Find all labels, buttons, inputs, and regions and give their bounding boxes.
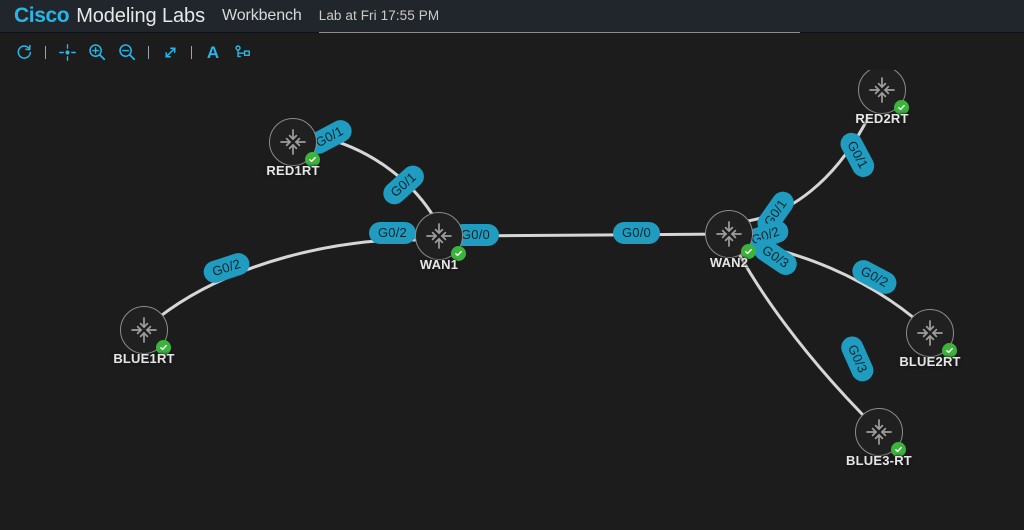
link-wan1-wan2 [461, 232, 731, 238]
text-labels-icon[interactable]: A [198, 38, 228, 66]
canvas-toolbar: A [0, 34, 1024, 70]
node-blue1rt[interactable]: BLUE1RT [113, 306, 174, 366]
node-label: RED1RT [266, 163, 320, 178]
brand-cisco: Cisco [14, 4, 70, 27]
app-header: Cisco Modeling Labs Workbench Lab at Fri… [0, 0, 1024, 33]
link-wan2-blue3rt [736, 250, 864, 416]
node-label: BLUE3-RT [846, 453, 912, 468]
center-icon[interactable] [52, 38, 82, 66]
node-label: BLUE1RT [113, 351, 175, 366]
node-label: WAN2 [709, 255, 749, 270]
interface-label[interactable]: G0/2 [369, 222, 416, 244]
toolbar-divider-2 [142, 38, 155, 66]
zoom-in-icon[interactable] [82, 38, 112, 66]
node-label: BLUE2RT [899, 354, 961, 369]
node-blue3-rt[interactable]: BLUE3-RT [846, 408, 912, 468]
text-labels-letter: A [206, 42, 220, 62]
lab-title-field[interactable]: Lab at Fri 17:55 PM [318, 7, 800, 33]
lab-title-underline [318, 31, 800, 33]
node-red1rt[interactable]: RED1RT [266, 118, 320, 178]
node-wan1[interactable]: WAN1 [415, 212, 466, 272]
brand-product: Modeling Labs [76, 5, 205, 27]
node-label: RED2RT [855, 111, 909, 126]
refresh-icon[interactable] [9, 38, 39, 66]
node-label: WAN1 [419, 257, 459, 272]
interface-label[interactable]: G0/0 [613, 222, 660, 244]
nav-workbench[interactable]: Workbench [222, 7, 302, 25]
lab-title: Lab at Fri 17:55 PM [318, 7, 440, 23]
zoom-out-icon[interactable] [112, 38, 142, 66]
fit-screen-icon[interactable] [155, 38, 185, 66]
link-wan1-blue1rt [156, 238, 417, 320]
app-brand: Cisco Modeling Labs [0, 4, 205, 28]
show-links-icon[interactable] [228, 38, 258, 66]
toolbar-divider-1 [39, 38, 52, 66]
topology-canvas[interactable]: G0/1 G0/1 G0/2 G0/0 G0/0 G0/2 G0/1 G0/2 … [0, 70, 1024, 530]
node-blue2rt[interactable]: BLUE2RT [899, 309, 960, 369]
node-red2rt[interactable]: RED2RT [855, 70, 909, 126]
node-wan2[interactable]: WAN2 [705, 210, 756, 270]
toolbar-divider-3 [185, 38, 198, 66]
